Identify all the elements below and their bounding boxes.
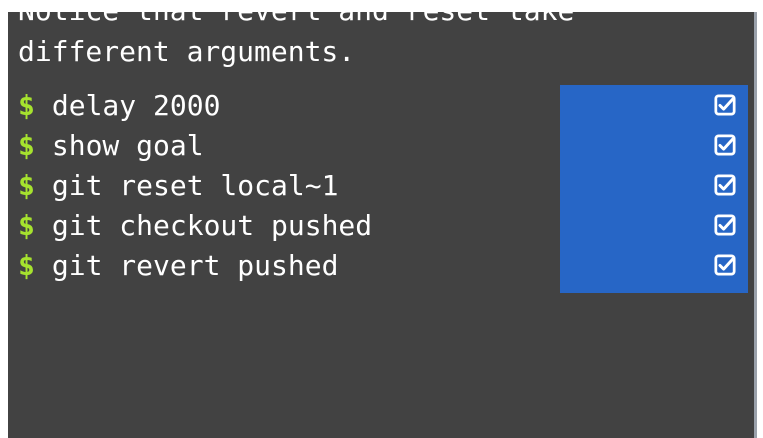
command-row: $ git checkout pushed — [18, 206, 372, 246]
prompt-symbol: $ — [18, 129, 35, 162]
command-text: delay 2000 — [51, 89, 221, 122]
command-row: $ git reset local~1 — [18, 166, 372, 206]
terminal-panel: Notice that revert and reset take differ… — [8, 12, 757, 438]
command-row: $ delay 2000 — [18, 86, 372, 126]
checkbox-checked-icon — [714, 134, 736, 156]
prompt-symbol: $ — [18, 209, 35, 242]
prompt-symbol: $ — [18, 169, 35, 202]
checkbox-checked-icon — [714, 94, 736, 116]
command-text: git reset local~1 — [51, 169, 339, 202]
prompt-symbol: $ — [18, 249, 35, 282]
instruction-text-partial: Notice that revert and reset take — [18, 12, 574, 30]
command-text: git checkout pushed — [51, 209, 373, 242]
command-list: $ delay 2000 $ show goal $ git reset loc… — [18, 86, 372, 286]
checkbox-checked-icon — [714, 174, 736, 196]
command-row: $ show goal — [18, 126, 372, 166]
panel-right-border — [754, 12, 757, 438]
command-row: $ git revert pushed — [18, 246, 372, 286]
command-text: git revert pushed — [51, 249, 339, 282]
checkbox-checked-icon — [714, 254, 736, 276]
checkbox-checked-icon — [714, 214, 736, 236]
prompt-symbol: $ — [18, 89, 35, 122]
command-status-panel — [560, 85, 748, 293]
command-text: show goal — [51, 129, 204, 162]
terminal-window: Notice that revert and reset take differ… — [0, 0, 763, 438]
instruction-text: different arguments. — [18, 35, 356, 68]
